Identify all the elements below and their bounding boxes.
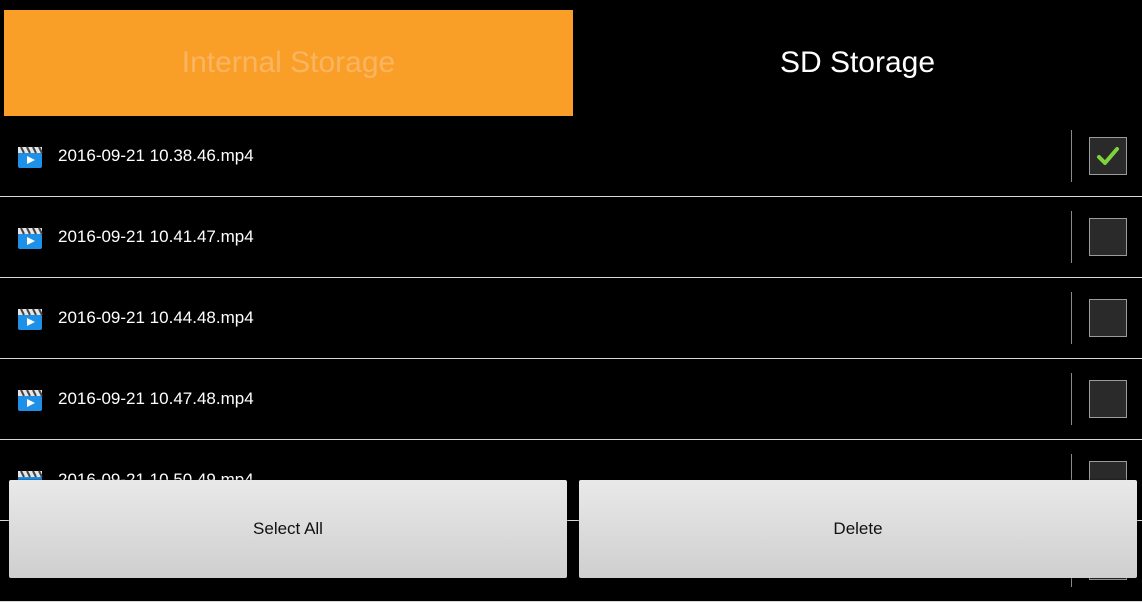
file-name: 2016-09-21 10.38.46.mp4 xyxy=(58,146,254,165)
storage-tabs: Internal Storage SD Storage xyxy=(0,0,1142,116)
file-checkbox[interactable] xyxy=(1089,380,1127,418)
video-file-icon xyxy=(18,146,43,168)
file-checkbox[interactable] xyxy=(1089,299,1127,337)
file-name: 2016-09-21 10.44.48.mp4 xyxy=(58,308,254,327)
file-name: 2016-09-21 10.47.48.mp4 xyxy=(58,389,254,408)
file-checkbox[interactable] xyxy=(1089,137,1127,175)
row-divider xyxy=(1071,211,1072,263)
action-bar: Select All Delete xyxy=(0,480,1142,582)
delete-button[interactable]: Delete xyxy=(579,480,1137,578)
tab-sd-storage[interactable]: SD Storage xyxy=(573,10,1142,116)
row-divider xyxy=(1071,373,1072,425)
file-row[interactable]: 2016-09-21 10.38.46.mp4 xyxy=(0,116,1142,197)
video-file-icon xyxy=(18,389,43,411)
file-row[interactable]: 2016-09-21 10.44.48.mp4 xyxy=(0,278,1142,359)
row-divider xyxy=(1071,292,1072,344)
select-all-button[interactable]: Select All xyxy=(9,480,567,578)
file-name: 2016-09-21 10.41.47.mp4 xyxy=(58,227,254,246)
file-row[interactable]: 2016-09-21 10.47.48.mp4 xyxy=(0,359,1142,440)
video-file-icon xyxy=(18,227,43,249)
video-file-icon xyxy=(18,308,43,330)
checkmark-icon xyxy=(1097,147,1119,165)
row-divider xyxy=(1071,130,1072,182)
file-row[interactable]: 2016-09-21 10.41.47.mp4 xyxy=(0,197,1142,278)
tab-internal-storage[interactable]: Internal Storage xyxy=(4,10,573,116)
file-checkbox[interactable] xyxy=(1089,218,1127,256)
